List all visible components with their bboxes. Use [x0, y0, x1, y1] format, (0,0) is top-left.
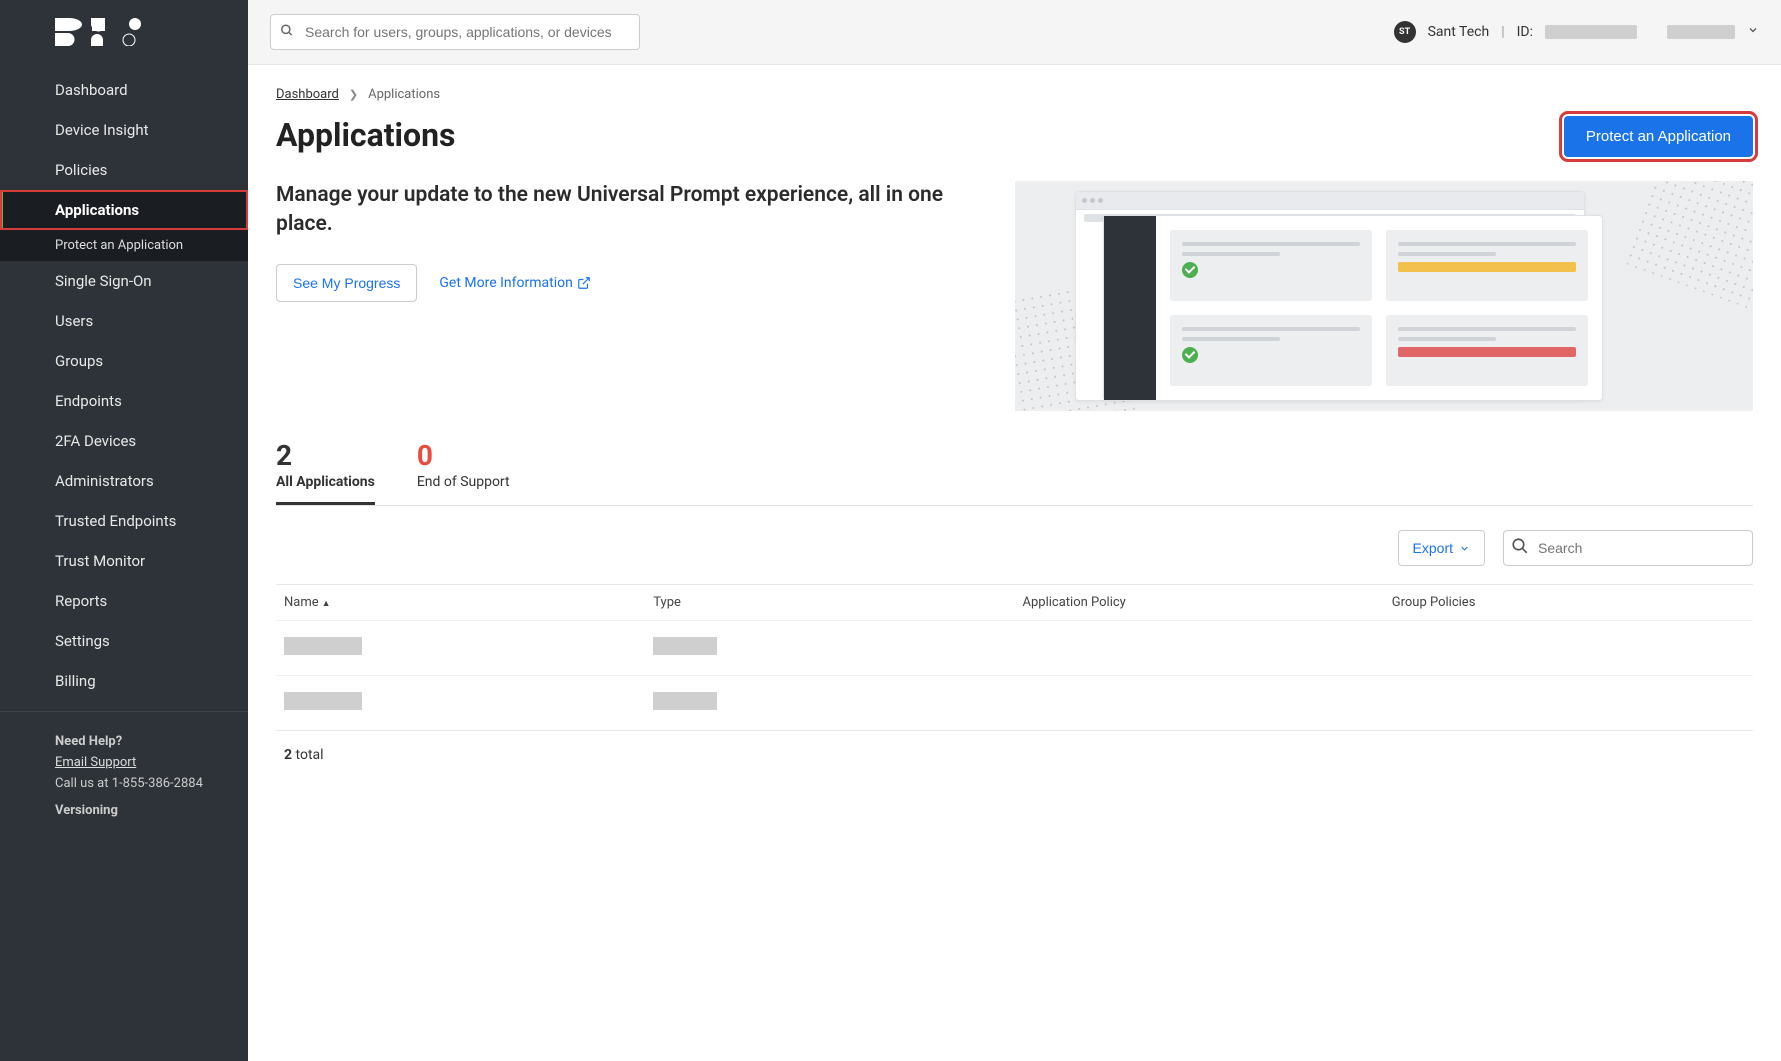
sidebar-item-2fa-devices[interactable]: 2FA Devices — [0, 421, 248, 461]
table-search-input[interactable] — [1503, 530, 1753, 566]
sidebar-sub-protect-application[interactable]: Protect an Application — [0, 230, 248, 261]
stat-all-count: 2 — [276, 439, 375, 472]
table-search — [1503, 530, 1753, 566]
global-search — [270, 14, 640, 50]
sort-asc-icon: ▲ — [322, 599, 331, 609]
sidebar-item-reports[interactable]: Reports — [0, 581, 248, 621]
breadcrumb: Dashboard ❯ Applications — [276, 87, 1753, 102]
col-app-policy[interactable]: Application Policy — [1015, 585, 1384, 621]
cell-type-redacted — [653, 692, 717, 710]
cell-name-redacted — [284, 692, 362, 710]
stat-all-label: All Applications — [276, 474, 375, 490]
help-title: Need Help? — [55, 734, 228, 749]
chevron-right-icon: ❯ — [349, 88, 358, 101]
duo-logo — [0, 18, 248, 70]
versioning-label: Versioning — [55, 803, 228, 818]
sidebar-item-users[interactable]: Users — [0, 301, 248, 341]
table-row[interactable] — [276, 621, 1753, 676]
sidebar-item-dashboard[interactable]: Dashboard — [0, 70, 248, 110]
sidebar-item-billing[interactable]: Billing — [0, 661, 248, 701]
sidebar-item-administrators[interactable]: Administrators — [0, 461, 248, 501]
stat-eos-count: 0 — [417, 439, 510, 472]
search-icon — [280, 23, 294, 42]
col-type[interactable]: Type — [645, 585, 1014, 621]
help-phone: Call us at 1-855-386-2884 — [55, 776, 228, 791]
get-info-link[interactable]: Get More Information — [439, 275, 590, 291]
sidebar-item-sso[interactable]: Single Sign-On — [0, 261, 248, 301]
stat-eos-label: End of Support — [417, 474, 510, 490]
sidebar-item-endpoints[interactable]: Endpoints — [0, 381, 248, 421]
sidebar-item-settings[interactable]: Settings — [0, 621, 248, 661]
help-section: Need Help? Email Support Call us at 1-85… — [0, 722, 248, 830]
divider: | — [1501, 24, 1504, 40]
page-title: Applications — [276, 116, 455, 154]
cell-name-redacted — [284, 637, 362, 655]
breadcrumb-dashboard[interactable]: Dashboard — [276, 87, 339, 102]
sidebar-item-applications[interactable]: Applications — [0, 190, 248, 230]
table-row[interactable] — [276, 676, 1753, 731]
id-label: ID: — [1517, 24, 1533, 40]
avatar[interactable]: ST — [1394, 21, 1416, 43]
protect-application-button[interactable]: Protect an Application — [1564, 116, 1753, 157]
export-button[interactable]: Export — [1398, 530, 1485, 566]
account-redacted — [1667, 25, 1735, 39]
sidebar-item-policies[interactable]: Policies — [0, 150, 248, 190]
stat-end-of-support[interactable]: 0 End of Support — [417, 439, 510, 505]
see-progress-button[interactable]: See My Progress — [276, 264, 417, 302]
sidebar-item-trust-monitor[interactable]: Trust Monitor — [0, 541, 248, 581]
col-name[interactable]: Name▲ — [276, 585, 645, 621]
sidebar-item-trusted-endpoints[interactable]: Trusted Endpoints — [0, 501, 248, 541]
applications-table: Name▲ Type Application Policy Group Poli… — [276, 584, 1753, 730]
breadcrumb-current: Applications — [368, 87, 440, 102]
total-row: 2 total — [276, 730, 1753, 779]
global-search-input[interactable] — [270, 14, 640, 50]
promo-heading: Manage your update to the new Universal … — [276, 181, 985, 240]
topbar: ST Sant Tech | ID: — [248, 0, 1781, 65]
external-link-icon — [577, 276, 591, 290]
main-content: ST Sant Tech | ID: Dashboard ❯ Applicati… — [248, 0, 1781, 1061]
promo-illustration — [1015, 181, 1753, 411]
org-name: Sant Tech — [1428, 24, 1490, 40]
sidebar-item-groups[interactable]: Groups — [0, 341, 248, 381]
duo-logo-icon — [55, 18, 155, 46]
cell-type-redacted — [653, 637, 717, 655]
sidebar: Dashboard Device Insight Policies Applic… — [0, 0, 248, 1061]
sidebar-item-device-insight[interactable]: Device Insight — [0, 110, 248, 150]
email-support-link[interactable]: Email Support — [55, 755, 228, 770]
chevron-down-icon — [1459, 543, 1470, 554]
user-area: ST Sant Tech | ID: — [1394, 21, 1759, 43]
stat-all-applications[interactable]: 2 All Applications — [276, 439, 375, 505]
search-icon — [1511, 537, 1529, 559]
id-value-redacted — [1545, 25, 1637, 39]
chevron-down-icon[interactable] — [1747, 24, 1759, 40]
col-group-policies[interactable]: Group Policies — [1384, 585, 1753, 621]
